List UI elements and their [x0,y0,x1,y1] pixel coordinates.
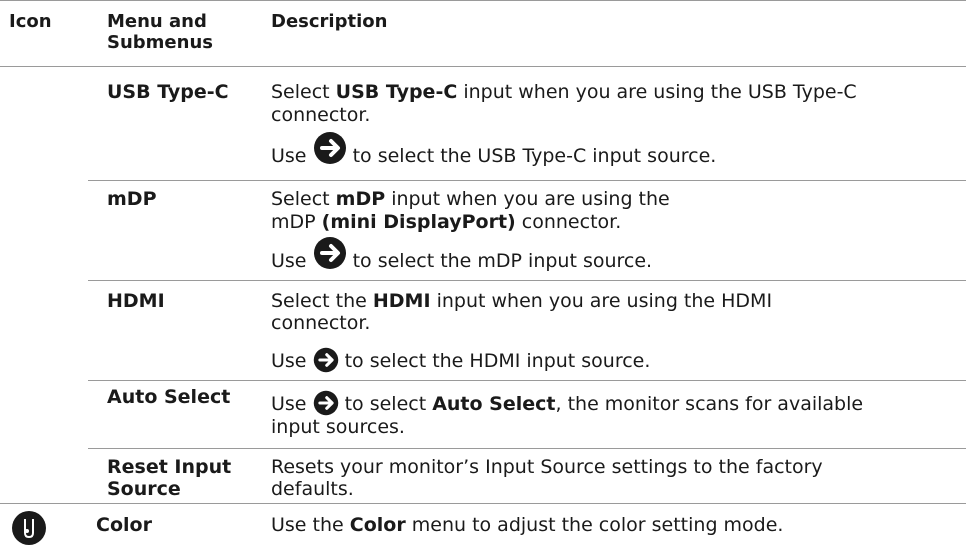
arrow-right-circle-icon [313,347,338,372]
menu-auto-select: Auto Select [107,386,231,408]
desc-mdp-use: Use to select the mDP input source. [271,236,652,272]
desc-reset-line1: Resets your monitor’s Input Source setti… [271,456,823,478]
menu-usb-type-c: USB Type-C [107,81,229,103]
desc-hdmi-line2: connector. [271,312,371,334]
menu-reset-input-line2: Source [107,478,181,500]
desc-reset-line2: defaults. [271,478,354,500]
rule-reset [0,503,966,504]
desc-usbc-line2: connector. [271,104,371,126]
desc-usbc-line1: Select USB Type-C input when you are usi… [271,81,857,103]
arrow-right-circle-icon [313,131,346,164]
header-description: Description [271,11,388,32]
desc-usbc-use: Use to select the USB Type-C input sourc… [271,131,716,167]
header-menu-line1: Menu and [107,11,207,32]
menu-mdp: mDP [107,188,157,210]
menu-reset-input-line1: Reset Input [107,456,232,478]
header-menu-line2: Submenus [107,32,213,53]
desc-mdp-line2: mDP (mini DisplayPort) connector. [271,211,622,233]
rule-mdp [88,280,966,281]
header-icon: Icon [9,11,52,32]
desc-color-line1: Use the Color menu to adjust the color s… [271,514,784,536]
desc-auto-line1: Use to select Auto Select, the monitor s… [271,390,863,416]
desc-hdmi-line1: Select the HDMI input when you are using… [271,290,773,312]
rule-usbc [88,180,966,181]
rule-header [0,66,966,67]
rule-top [0,0,966,1]
arrow-right-circle-icon [313,236,346,269]
rule-auto [88,448,966,449]
menu-hdmi: HDMI [107,290,165,312]
desc-hdmi-use: Use to select the HDMI input source. [271,347,650,373]
color-palette-glyph [24,519,34,539]
arrow-right-circle-icon [313,390,338,415]
menu-color: Color [96,514,152,536]
desc-mdp-line1: Select mDP input when you are using the [271,188,670,210]
color-palette-icon [12,511,46,545]
rule-hdmi [88,380,966,381]
desc-auto-line2: input sources. [271,416,405,438]
